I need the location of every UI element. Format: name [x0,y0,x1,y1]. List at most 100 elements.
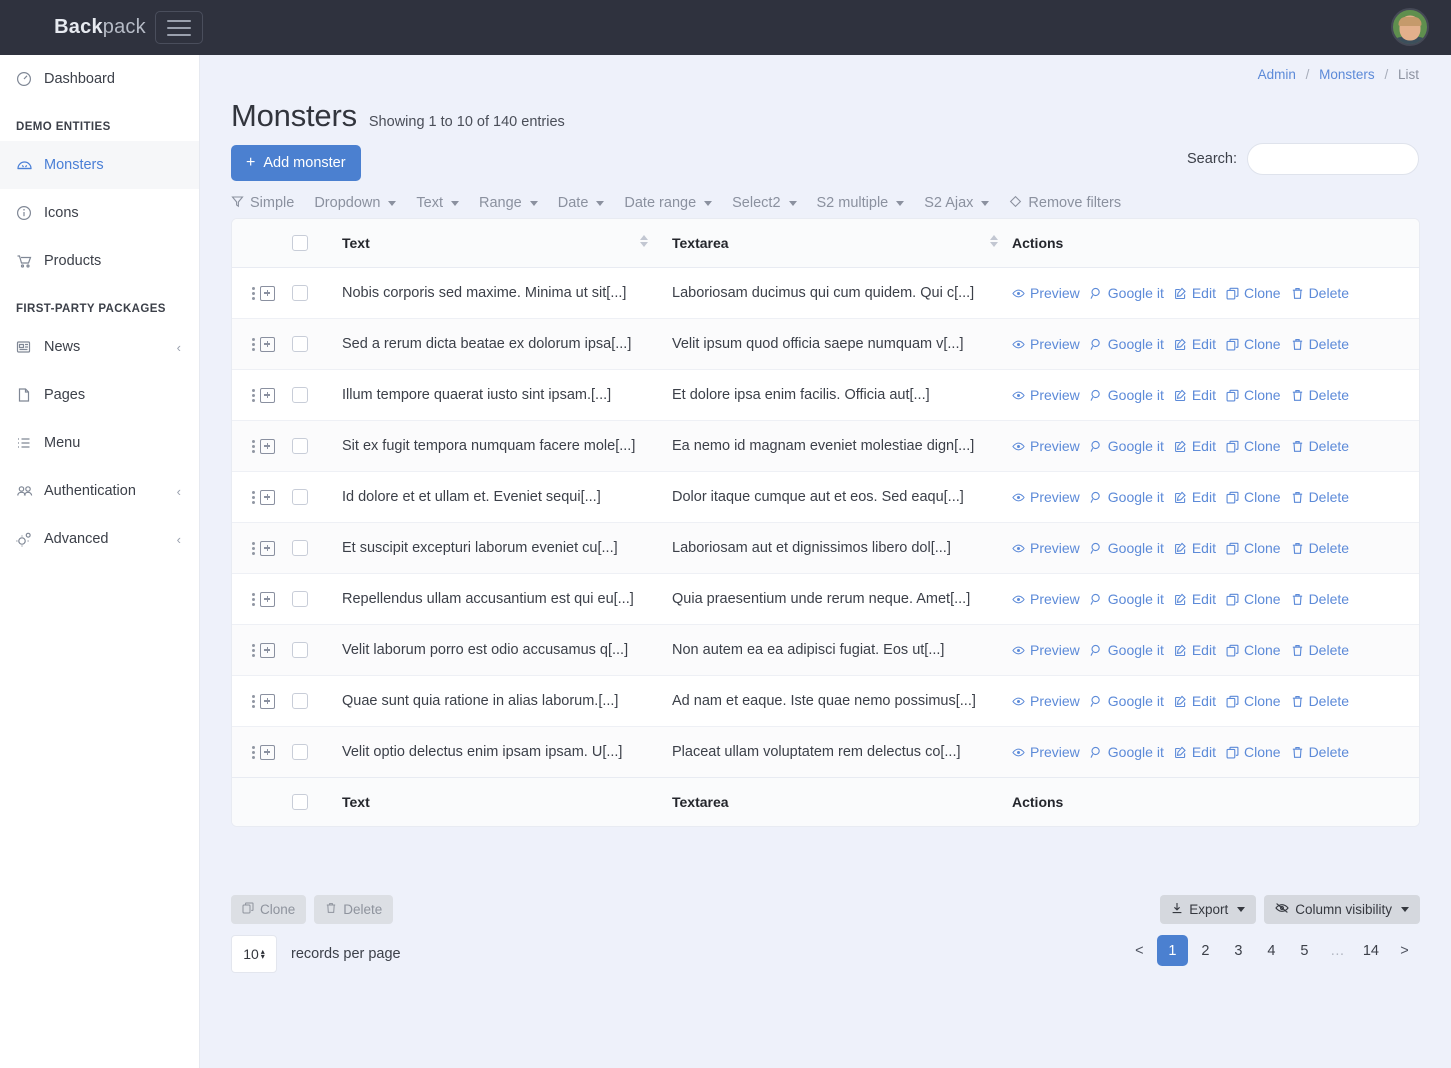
drag-handle-icon[interactable] [251,286,255,300]
breadcrumb-admin[interactable]: Admin [1258,67,1296,82]
row-action-edit[interactable]: Edit [1174,540,1216,556]
header-text[interactable]: Text [342,219,672,268]
pagination-page-5[interactable]: 5 [1289,935,1320,966]
row-checkbox[interactable] [292,285,308,301]
select-all-checkbox-footer[interactable] [292,794,308,810]
add-monster-button[interactable]: + Add monster [231,145,361,181]
row-action-edit[interactable]: Edit [1174,438,1216,454]
drag-handle-icon[interactable] [251,592,255,606]
expand-row-icon[interactable] [260,744,275,760]
row-action-google-it[interactable]: Google it [1090,285,1164,301]
sidebar-item-icons[interactable]: Icons [0,189,199,237]
filter-simple[interactable]: Simple [231,195,304,212]
sidebar-item-menu[interactable]: Menu [0,419,199,467]
pagination-page-14[interactable]: 14 [1355,935,1387,966]
expand-row-icon[interactable] [260,387,275,403]
row-checkbox[interactable] [292,387,308,403]
row-action-google-it[interactable]: Google it [1090,642,1164,658]
row-action-clone[interactable]: Clone [1226,489,1281,505]
row-checkbox[interactable] [292,591,308,607]
row-action-delete[interactable]: Delete [1291,744,1349,760]
sidebar-item-news[interactable]: News ‹ [0,323,199,371]
pagination-page-2[interactable]: 2 [1190,935,1221,966]
row-action-edit[interactable]: Edit [1174,744,1216,760]
sidebar-item-authentication[interactable]: Authentication ‹ [0,467,199,515]
row-checkbox[interactable] [292,438,308,454]
chevron-left-icon[interactable]: ‹ [177,340,181,355]
row-action-edit[interactable]: Edit [1174,591,1216,607]
row-checkbox[interactable] [292,744,308,760]
sidebar-item-pages[interactable]: Pages [0,371,199,419]
row-action-edit[interactable]: Edit [1174,489,1216,505]
row-action-delete[interactable]: Delete [1291,693,1349,709]
records-per-page-select[interactable]: 10 ▴ ▾ [231,935,277,973]
row-action-preview[interactable]: Preview [1012,489,1080,505]
row-action-clone[interactable]: Clone [1226,693,1281,709]
sidebar-item-advanced[interactable]: Advanced ‹ [0,515,199,563]
bulk-clone-button[interactable]: Clone [231,895,307,924]
pagination-page-4[interactable]: 4 [1256,935,1287,966]
drag-handle-icon[interactable] [251,337,255,351]
expand-row-icon[interactable] [260,489,275,505]
breadcrumb-monsters[interactable]: Monsters [1319,67,1375,82]
row-action-preview[interactable]: Preview [1012,336,1080,352]
row-action-clone[interactable]: Clone [1226,540,1281,556]
filter-select2[interactable]: Select2 [722,195,806,211]
column-visibility-button[interactable]: Column visibility [1264,895,1420,924]
row-action-google-it[interactable]: Google it [1090,693,1164,709]
expand-row-icon[interactable] [260,642,275,658]
drag-handle-icon[interactable] [251,745,255,759]
filter-text[interactable]: Text [406,195,469,211]
select-all-checkbox[interactable] [292,235,308,251]
row-action-delete[interactable]: Delete [1291,591,1349,607]
row-action-delete[interactable]: Delete [1291,540,1349,556]
row-action-google-it[interactable]: Google it [1090,540,1164,556]
row-action-clone[interactable]: Clone [1226,387,1281,403]
expand-row-icon[interactable] [260,285,275,301]
row-action-preview[interactable]: Preview [1012,642,1080,658]
row-action-preview[interactable]: Preview [1012,438,1080,454]
expand-row-icon[interactable] [260,540,275,556]
row-action-delete[interactable]: Delete [1291,642,1349,658]
row-action-google-it[interactable]: Google it [1090,489,1164,505]
row-action-clone[interactable]: Clone [1226,591,1281,607]
filter-range[interactable]: Range [469,195,548,211]
drag-handle-icon[interactable] [251,388,255,402]
sort-icon[interactable] [640,235,648,247]
row-action-delete[interactable]: Delete [1291,285,1349,301]
filter-s2-ajax[interactable]: S2 Ajax [914,195,999,211]
remove-filters-button[interactable]: Remove filters [999,195,1131,212]
drag-handle-icon[interactable] [251,490,255,504]
menu-toggle-button[interactable] [155,11,203,44]
row-action-clone[interactable]: Clone [1226,438,1281,454]
drag-handle-icon[interactable] [251,439,255,453]
row-action-delete[interactable]: Delete [1291,387,1349,403]
filter-s2-multiple[interactable]: S2 multiple [807,195,915,211]
filter-date[interactable]: Date [548,195,615,211]
row-action-edit[interactable]: Edit [1174,642,1216,658]
row-action-clone[interactable]: Clone [1226,285,1281,301]
drag-handle-icon[interactable] [251,541,255,555]
pagination-prev[interactable]: < [1124,935,1155,966]
chevron-left-icon[interactable]: ‹ [177,484,181,499]
row-checkbox[interactable] [292,540,308,556]
row-checkbox[interactable] [292,693,308,709]
row-action-google-it[interactable]: Google it [1090,438,1164,454]
avatar[interactable] [1391,8,1429,46]
row-action-edit[interactable]: Edit [1174,693,1216,709]
row-action-preview[interactable]: Preview [1012,591,1080,607]
row-action-preview[interactable]: Preview [1012,540,1080,556]
sidebar-item-monsters[interactable]: Monsters [0,141,199,189]
row-action-preview[interactable]: Preview [1012,693,1080,709]
row-action-delete[interactable]: Delete [1291,438,1349,454]
row-action-edit[interactable]: Edit [1174,285,1216,301]
row-action-google-it[interactable]: Google it [1090,387,1164,403]
pagination-page-1[interactable]: 1 [1156,935,1188,966]
row-checkbox[interactable] [292,336,308,352]
sidebar-item-dashboard[interactable]: Dashboard [0,55,199,103]
row-action-preview[interactable]: Preview [1012,285,1080,301]
sort-icon[interactable] [990,235,998,247]
bulk-delete-button[interactable]: Delete [314,895,394,924]
row-checkbox[interactable] [292,489,308,505]
row-action-delete[interactable]: Delete [1291,336,1349,352]
